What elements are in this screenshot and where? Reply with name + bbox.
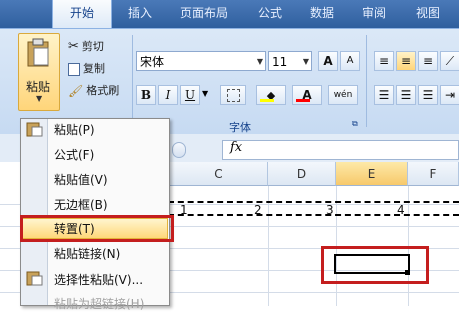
grow-font-button[interactable]: A [318,51,338,71]
column-header-c[interactable]: C [170,162,268,186]
borders-icon [226,89,240,102]
align-top-icon: ≡ [378,54,390,68]
chevron-down-icon[interactable]: ▼ [257,52,263,72]
underline-button[interactable]: U [180,85,200,105]
menu-item-paste-hyperlink: 粘贴为超链接(H) [54,297,145,311]
align-bottom-button[interactable]: ≡ [418,51,438,71]
orientation-icon: ⟋ [445,54,455,68]
align-middle-button[interactable]: ≡ [396,51,416,71]
formula-input[interactable] [222,140,459,160]
font-group-label: 字体 [229,121,251,134]
bold-button[interactable]: B [136,85,156,105]
align-bottom-icon: ≡ [422,54,434,68]
phonetic-glyph: wén [333,90,353,100]
chevron-down-icon: ▼ [36,94,43,103]
tab-formulas[interactable]: 公式 [258,0,282,28]
menu-item-formulas[interactable]: 公式(F) [54,145,94,165]
underline-glyph: U [184,88,196,102]
tab-page-layout[interactable]: 页面布局 [180,0,228,28]
cell-value: 1 [180,203,188,217]
clipboard-icon [27,38,49,67]
group-divider [366,35,367,127]
tab-data[interactable]: 数据 [310,0,334,28]
cell-value: 3 [326,203,334,217]
paste-label: 粘贴 [26,80,51,94]
borders-button[interactable] [220,85,246,105]
grow-font-glyph: A [323,54,333,68]
menu-item-transpose[interactable]: 转置(T) [54,219,95,239]
shrink-font-glyph: A [346,55,354,66]
align-left-icon: ☰ [378,88,390,102]
align-center-icon: ☰ [400,88,412,102]
fill-color-swatch [260,99,274,102]
chevron-down-icon[interactable]: ▼ [303,52,309,72]
copy-label: 复制 [83,62,105,75]
align-left-button[interactable]: ☰ [374,85,394,105]
italic-glyph: I [165,88,171,102]
copy-marquee [168,201,459,216]
column-header-f[interactable]: F [408,162,459,186]
orientation-button[interactable]: ⟋ [440,51,459,71]
tab-insert[interactable]: 插入 [128,0,152,28]
align-top-button[interactable]: ≡ [374,51,394,71]
format-painter-label: 格式刷 [86,84,120,97]
menu-item-no-borders[interactable]: 无边框(B) [54,195,108,215]
menu-item-paste-values[interactable]: 粘贴值(V) [54,170,108,190]
column-header-e[interactable]: E [336,162,408,186]
align-middle-icon: ≡ [400,54,412,68]
fx-label: fx [230,140,243,155]
column-header-d[interactable]: D [268,162,336,186]
paste-icon [26,122,43,137]
cell-value: 4 [397,203,405,217]
indent-icon: ⇥ [444,88,456,102]
scissors-icon: ✂ [68,39,79,54]
format-painter-button[interactable]: 🖌 格式刷 [68,81,119,101]
font-name-value: 宋体 [140,55,165,69]
cut-button[interactable]: ✂ 剪切 [68,37,104,57]
ribbon-tab-bar: 开始 插入 页面布局 公式 数据 审阅 视图 [0,0,459,29]
cut-label: 剪切 [81,40,104,53]
transpose-highlight-box [20,215,174,242]
group-divider [132,35,133,127]
active-cell[interactable] [334,254,410,274]
menu-item-paste-link[interactable]: 粘贴链接(N) [54,244,120,264]
phonetic-button[interactable]: wén [328,85,358,105]
dialog-launcher-icon[interactable]: ⧉ [352,119,358,129]
paintbrush-icon: 🖌 [68,84,84,98]
tab-view[interactable]: 视图 [416,0,440,28]
align-center-button[interactable]: ☰ [396,85,416,105]
font-size-value: 11 [272,55,288,69]
menu-item-paste-special[interactable]: 选择性粘贴(V)... [54,270,143,290]
bold-glyph: B [140,88,152,102]
copy-button[interactable]: 复制 [68,59,105,79]
tab-home[interactable]: 开始 [52,0,112,29]
shrink-font-button[interactable]: A [340,51,360,71]
font-name-combo[interactable]: 宋体 ▼ [136,51,266,71]
menu-item-paste[interactable]: 粘贴(P) [54,120,95,140]
align-right-button[interactable]: ☰ [418,85,438,105]
copy-icon [68,62,80,76]
paste-button[interactable]: 粘贴 ▼ [18,33,60,111]
fx-icon[interactable]: fx [230,140,242,155]
font-color-button[interactable]: A [292,85,322,105]
chevron-down-icon[interactable]: ▼ [202,89,208,98]
tab-review[interactable]: 审阅 [362,0,386,28]
fill-color-button[interactable]: ◆ [256,85,286,105]
formula-bar-knob[interactable] [172,142,186,158]
align-right-icon: ☰ [422,88,434,102]
paste-special-icon [26,271,43,286]
indent-button[interactable]: ⇥ [440,85,459,105]
italic-button[interactable]: I [158,85,178,105]
font-size-combo[interactable]: 11 ▼ [268,51,312,71]
font-color-swatch [296,99,310,102]
cell-value: 2 [254,203,262,217]
fill-handle[interactable] [405,270,410,275]
